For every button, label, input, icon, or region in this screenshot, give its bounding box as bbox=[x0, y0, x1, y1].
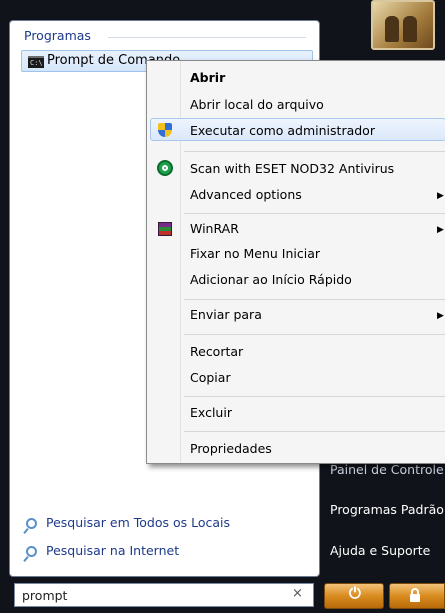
search-internet-link[interactable]: Pesquisar na Internet bbox=[46, 543, 179, 558]
eset-icon bbox=[157, 160, 173, 176]
menu-item-abrir[interactable]: Abrir bbox=[190, 70, 225, 85]
menu-item-adicionar-inicio-rapido[interactable]: Adicionar ao Início Rápido bbox=[190, 272, 352, 287]
power-icon: ⏻ bbox=[349, 584, 361, 602]
menu-separator bbox=[184, 213, 445, 214]
search-all-locations-link[interactable]: Pesquisar em Todos os Locais bbox=[46, 515, 230, 530]
painel-de-controle-item[interactable]: Painel de Controle bbox=[330, 462, 444, 477]
menu-item-copiar[interactable]: Copiar bbox=[190, 370, 231, 385]
programs-section-title: Programas bbox=[24, 28, 91, 43]
submenu-arrow-icon: ▶ bbox=[437, 225, 444, 235]
user-avatar[interactable] bbox=[371, 0, 435, 50]
menu-item-enviar-para[interactable]: Enviar para bbox=[190, 307, 262, 322]
menu-separator bbox=[184, 151, 445, 152]
search-input-value: prompt bbox=[22, 588, 68, 603]
cmd-icon: C:\ bbox=[28, 56, 44, 68]
menu-item-winrar[interactable]: WinRAR bbox=[190, 221, 239, 236]
clear-search-icon[interactable]: × bbox=[292, 586, 303, 601]
menu-item-excluir[interactable]: Excluir bbox=[190, 405, 232, 420]
lock-icon-body bbox=[410, 594, 420, 602]
search-icon bbox=[26, 546, 37, 557]
submenu-arrow-icon: ▶ bbox=[437, 191, 444, 201]
menu-separator bbox=[184, 334, 445, 335]
search-icon bbox=[26, 518, 37, 529]
menu-item-abrir-local[interactable]: Abrir local do arquivo bbox=[190, 97, 324, 112]
menu-item-eset-scan[interactable]: Scan with ESET NOD32 Antivirus bbox=[190, 161, 394, 176]
menu-item-propriedades[interactable]: Propriedades bbox=[190, 441, 272, 456]
menu-item-advanced-options[interactable]: Advanced options bbox=[190, 187, 302, 202]
programas-padrao-item[interactable]: Programas Padrão bbox=[330, 502, 444, 517]
menu-separator bbox=[184, 431, 445, 432]
submenu-arrow-icon: ▶ bbox=[437, 311, 444, 321]
ajuda-e-suporte-item[interactable]: Ajuda e Suporte bbox=[330, 543, 430, 558]
uac-shield-icon bbox=[158, 123, 172, 137]
cmd-icon-text: C:\ bbox=[30, 59, 43, 67]
section-divider bbox=[108, 37, 306, 38]
menu-item-fixar-menu[interactable]: Fixar no Menu Iniciar bbox=[190, 246, 320, 261]
winrar-icon bbox=[158, 222, 172, 236]
menu-separator bbox=[184, 396, 445, 397]
menu-item-recortar[interactable]: Recortar bbox=[190, 344, 243, 359]
menu-item-executar-admin[interactable]: Executar como administrador bbox=[190, 123, 375, 138]
menu-separator bbox=[184, 299, 445, 300]
